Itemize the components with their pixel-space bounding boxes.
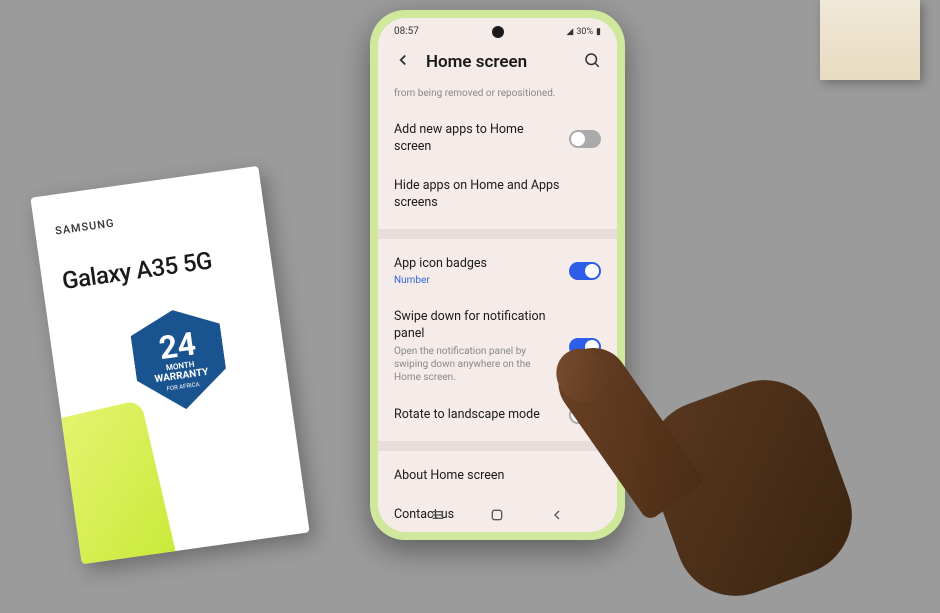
battery-percent: 30% [576,27,593,37]
setting-rotate-landscape[interactable]: Rotate to landscape mode [394,395,601,435]
back-icon [549,507,565,523]
setting-value: Number [394,274,559,287]
warranty-badge: 24 MONTH WARRANTY FOR AFRICA [128,304,231,416]
camera-punch-hole [492,26,504,38]
setting-subtitle: from being removed or repositioned. [394,87,601,100]
search-button[interactable] [583,51,601,73]
back-nav-button[interactable] [549,507,565,527]
home-icon [489,507,505,523]
product-model: Galaxy A35 5G [60,241,252,295]
setting-lock-layout[interactable]: from being removed or repositioned. [394,87,601,111]
wood-block-decoration [820,0,920,80]
setting-description: Open the notification panel by swiping d… [394,345,559,384]
setting-label: App icon badges [394,256,559,273]
setting-label: Rotate to landscape mode [394,407,559,424]
setting-label: Hide apps on Home and Apps screens [394,178,601,212]
setting-label: About Home screen [394,468,601,485]
search-icon [583,51,601,69]
recents-button[interactable] [430,507,446,527]
battery-icon: ▮ [596,27,601,37]
product-box: SAMSUNG Galaxy A35 5G 24 MONTH WARRANTY … [30,166,309,564]
setting-label: Swipe down for notification panel [394,309,559,343]
setting-swipe-down[interactable]: Swipe down for notification panel Open t… [394,298,601,395]
section-divider [378,229,617,239]
section-divider [378,441,617,451]
signal-icon: ◢ [566,27,573,37]
setting-label: Add new apps to Home screen [394,122,559,156]
toggle-swipe-down[interactable] [569,338,601,356]
phone-device: 08:57 ◢ 30% ▮ Home screen [370,10,625,540]
setting-hide-apps[interactable]: Hide apps on Home and Apps screens [394,167,601,223]
toggle-app-icon-badges[interactable] [569,262,601,280]
phone-screen: 08:57 ◢ 30% ▮ Home screen [378,18,617,532]
status-indicators: ◢ 30% ▮ [566,27,601,37]
setting-about-home-screen[interactable]: About Home screen [394,457,601,496]
recents-icon [430,507,446,523]
toggle-add-new-apps[interactable] [569,130,601,148]
setting-add-new-apps[interactable]: Add new apps to Home screen [394,111,601,167]
setting-app-icon-badges[interactable]: App icon badges Number [394,245,601,299]
status-time: 08:57 [394,26,419,37]
chevron-left-icon [394,51,412,69]
toggle-rotate-landscape[interactable] [569,406,601,424]
home-button[interactable] [489,507,505,527]
warranty-months: 24 [157,327,198,364]
settings-list[interactable]: from being removed or repositioned. Add … [378,87,617,532]
settings-header: Home screen [378,41,617,87]
page-title: Home screen [426,52,583,72]
brand-logo: SAMSUNG [54,198,244,237]
back-button[interactable] [394,51,412,73]
